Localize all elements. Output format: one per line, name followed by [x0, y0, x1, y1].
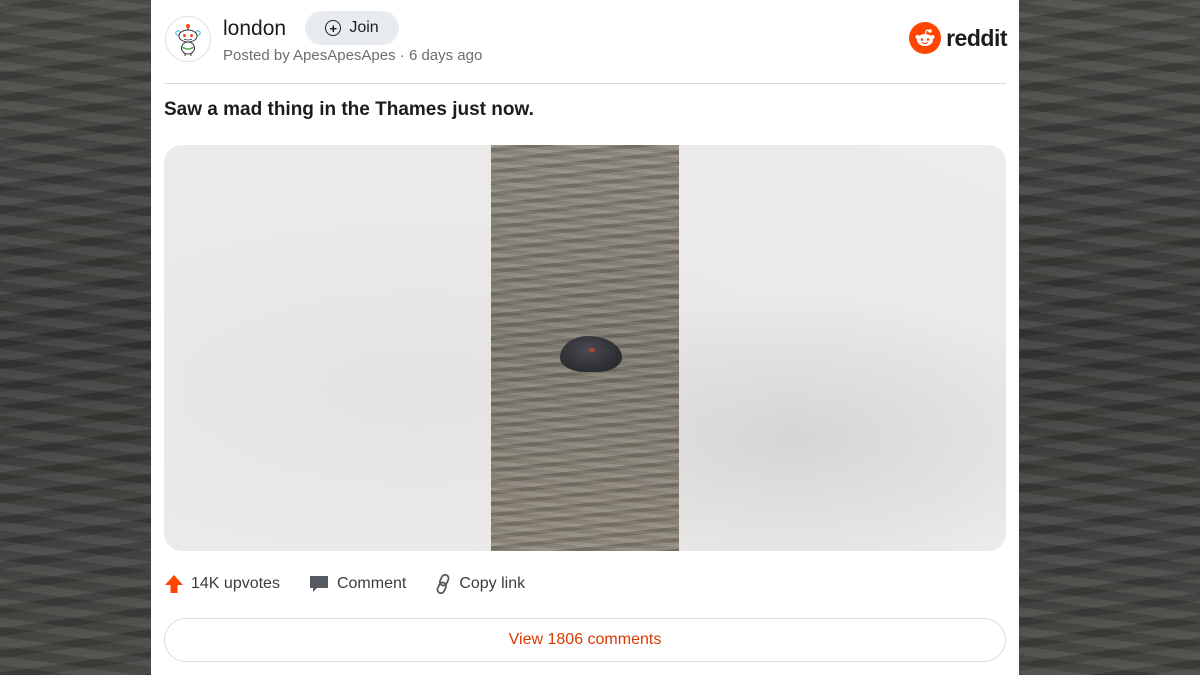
comment-button[interactable]: Comment	[308, 574, 406, 594]
link-icon	[436, 573, 450, 595]
copy-link-button[interactable]: Copy link	[434, 573, 525, 595]
reddit-brand[interactable]: reddit	[909, 22, 1007, 54]
comment-icon	[309, 576, 328, 592]
post-photo	[491, 145, 679, 551]
creature-in-water	[560, 336, 622, 372]
reddit-post-embed: london + Join Posted by ApesApesApes · 6…	[151, 0, 1019, 675]
copy-link-label: Copy link	[459, 575, 526, 592]
creature-eye	[589, 348, 595, 352]
reddit-wordmark: reddit	[946, 24, 1007, 51]
join-button[interactable]: + Join	[305, 11, 399, 45]
comment-button-label: Comment	[336, 575, 407, 592]
reddit-logo-icon	[909, 22, 942, 54]
subreddit-avatar[interactable]	[165, 16, 211, 62]
post-media[interactable]	[164, 145, 1006, 551]
subreddit-name[interactable]: london	[223, 17, 286, 41]
view-comments-button[interactable]: View 1806 comments	[164, 618, 1006, 662]
upvote-button[interactable]: 14K upvotes	[164, 574, 280, 594]
upvote-count: 14K upvotes	[191, 575, 280, 592]
post-actions: 14K upvotes Comment Copy link	[164, 571, 525, 597]
post-title[interactable]: Saw a mad thing in the Thames just now.	[164, 99, 534, 121]
header-divider	[164, 83, 1006, 84]
plus-circle-icon: +	[325, 20, 342, 36]
post-meta: Posted by ApesApesApes · 6 days ago	[223, 47, 483, 64]
join-button-label: Join	[349, 19, 379, 36]
snoo-icon	[175, 24, 201, 56]
upvote-arrow-icon	[165, 575, 183, 593]
